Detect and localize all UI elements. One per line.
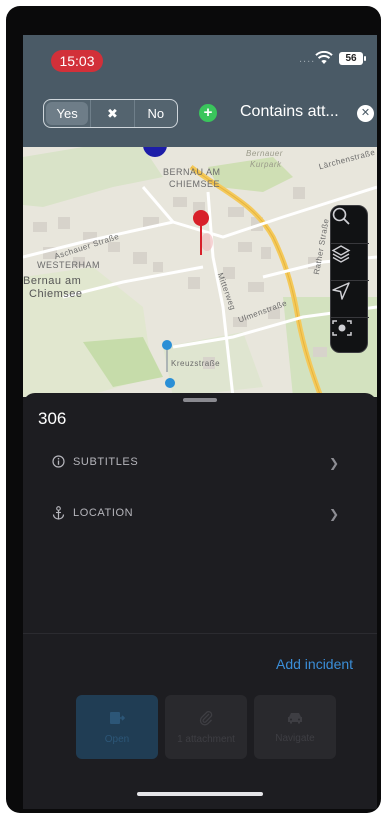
subtitles-row[interactable]: SUBTITLES ❯ [23,443,377,483]
chevron-right-icon: ❯ [329,507,340,521]
open-door-icon [110,711,126,724]
anchor-icon [52,506,65,520]
subtitles-label: SUBTITLES [73,456,139,468]
map-label-kreuzstrasse: Kreuzstraße [171,359,221,368]
status-time: 15:03 [51,50,103,72]
map-controls [330,205,369,354]
info-icon [52,455,65,468]
clear-filter-button[interactable]: ✕ [357,105,374,122]
divider [23,633,377,634]
attachment-filter-segmented-control: Yes ✖ No [43,99,178,128]
layers-icon [331,245,351,263]
attachment-button[interactable]: 1 attachment [165,695,247,759]
filter-label[interactable]: Contains att... [240,103,339,121]
map-label-bernau-1: Bernau am [23,275,82,287]
chevron-right-icon: ❯ [329,456,340,470]
map-locate-button[interactable] [331,280,369,317]
add-incident-button[interactable]: Add incident [276,656,353,672]
map-search-button[interactable] [331,206,369,243]
search-icon [332,207,350,225]
home-indicator [137,792,263,796]
navigation-arrow-icon [332,282,350,300]
location-label: LOCATION [73,507,134,519]
filter-bar: Yes ✖ No + Contains att... ✕ [23,89,377,147]
map-label-kurpark-2: Kurpark [250,160,282,169]
segment-no[interactable]: No [133,100,177,127]
signal-dots: .... [299,53,316,65]
location-row[interactable]: LOCATION ❯ [23,494,377,534]
segment-any[interactable]: ✖ [90,100,133,127]
map-label-westerham: WESTERHAM [37,260,100,270]
wifi-icon [315,51,333,64]
car-icon [288,712,302,723]
segment-yes[interactable]: Yes [46,102,89,125]
map-label-bernau-am: BERNAU AM [163,167,221,177]
status-bar: 15:03 .... 56 [23,35,377,89]
map-label-bernau-2: Chiemsee [29,288,83,300]
sheet-title: 306 [38,409,67,428]
navigate-label: Navigate [275,732,315,744]
camera-scan-icon [332,320,352,336]
attachment-label: 1 attachment [177,733,235,745]
app-screen: 15:03 .... 56 Yes ✖ No + Contains att...… [23,35,377,809]
map-scan-button[interactable] [331,317,369,354]
add-filter-button[interactable]: + [199,104,217,122]
detail-sheet: 306 SUBTITLES ❯ LOCATION ❯ Add incident … [23,393,377,809]
map-label-chiemsee: CHIEMSEE [169,179,221,189]
battery-icon: 56 [339,52,366,65]
open-button[interactable]: Open [76,695,158,759]
map-layers-button[interactable] [331,243,369,280]
open-label: Open [104,733,130,745]
sheet-grabber[interactable] [183,398,217,402]
phone-frame: 15:03 .... 56 Yes ✖ No + Contains att...… [6,6,381,813]
map-view[interactable]: BERNAU AM CHIEMSEE Bernauer Kurpark Lärc… [23,147,377,397]
map-label-kurpark-1: Bernauer [246,149,283,158]
navigate-button[interactable]: Navigate [254,695,336,759]
paperclip-icon [199,710,213,725]
